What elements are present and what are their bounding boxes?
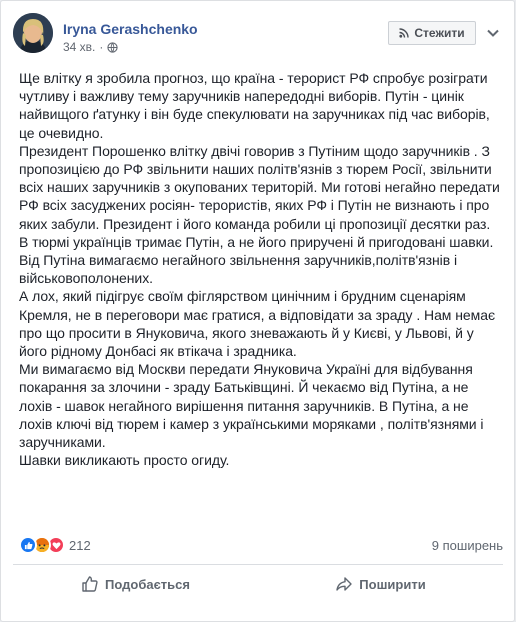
post-header: Iryna Gerashchenko 34 хв. · Стежити [1, 1, 514, 67]
post-paragraph: Ми вимагаємо від Москви передати Янукови… [19, 361, 484, 451]
like-label: Подобається [105, 576, 190, 592]
post-paragraph: Шавки викликають просто огиду. [19, 452, 230, 469]
share-label: Поширити [359, 576, 426, 592]
divider [13, 564, 503, 565]
shares-count[interactable]: 9 поширень [432, 538, 503, 553]
globe-icon [107, 41, 119, 53]
thumb-up-icon [82, 576, 98, 592]
post-meta: 34 хв. · [63, 40, 119, 54]
reactions-summary[interactable]: 212 [19, 536, 91, 554]
post-actions: Подобається Поширити [13, 567, 503, 601]
share-arrow-icon [336, 577, 352, 591]
post-author[interactable]: Iryna Gerashchenko [63, 21, 198, 37]
post-paragraph: Президент Порошенко влітку двічі говорив… [19, 142, 500, 232]
post-card: Iryna Gerashchenko 34 хв. · Стежити Ще в… [0, 0, 515, 622]
follow-label: Стежити [414, 26, 465, 40]
rss-icon [399, 28, 410, 38]
separator-dot: · [99, 40, 104, 54]
like-button[interactable]: Подобається [13, 567, 258, 601]
post-text: Ще влітку я зробила прогноз, що країна -… [19, 69, 501, 469]
avatar[interactable] [13, 13, 53, 53]
post-stats: 212 9 поширень [19, 535, 503, 555]
follow-button[interactable]: Стежити [388, 21, 476, 45]
share-button[interactable]: Поширити [258, 567, 503, 601]
post-paragraph: А лох, який підігрує своїм фіглярством ц… [19, 288, 496, 360]
post-time[interactable]: 34 хв. [63, 40, 95, 54]
like-reaction-icon [19, 536, 37, 554]
post-paragraph: Ще влітку я зробила прогноз, що країна -… [19, 70, 490, 141]
post-paragraph: В тюрмі українців тримає Путін, а не йог… [19, 233, 494, 250]
post-options-button[interactable] [483, 25, 503, 41]
reactions-count: 212 [69, 537, 91, 553]
post-paragraph: Від Путіна вимагаємо негайного звільненн… [19, 252, 458, 287]
chevron-down-icon [487, 29, 499, 37]
